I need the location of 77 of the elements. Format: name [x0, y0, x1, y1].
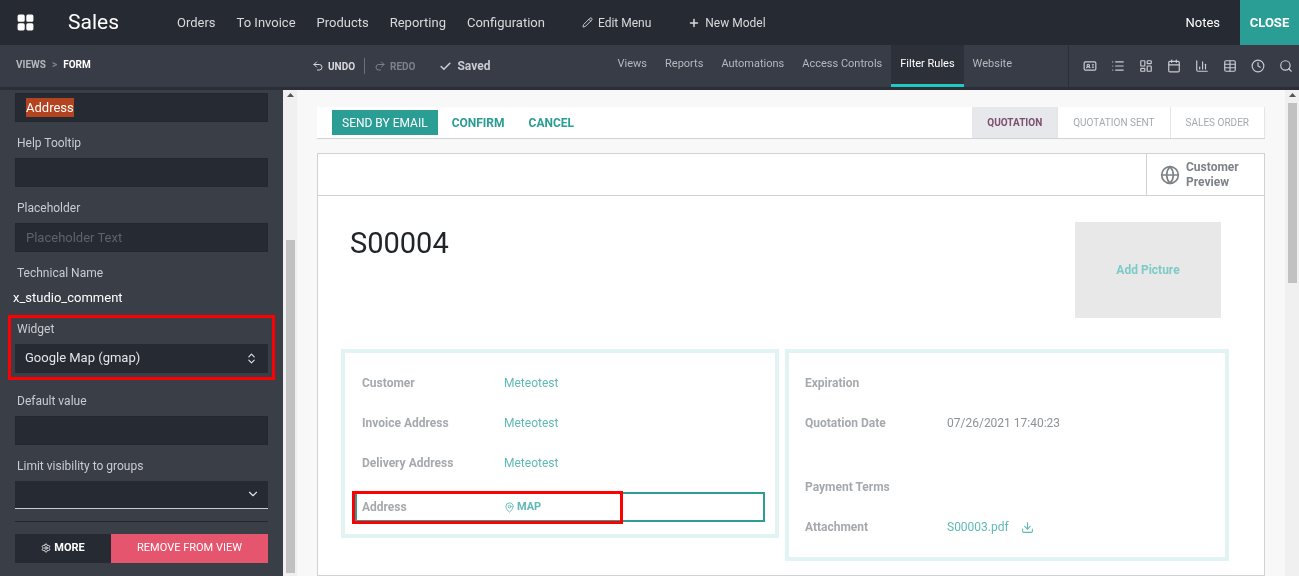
field-label: Limit visibility to groups — [16, 457, 145, 475]
placeholder-text: Placeholder Text — [26, 228, 123, 247]
scrollbar-thumb[interactable] — [285, 240, 295, 573]
field-label: Help Tooltip — [16, 135, 83, 152]
menu-item[interactable]: Orders — [177, 12, 216, 33]
settings-icon — [41, 543, 52, 553]
edit-menu-button[interactable]: Edit Menu — [581, 13, 652, 32]
pencil-icon — [581, 17, 593, 28]
text-field[interactable]: Address — [15, 93, 268, 122]
widget-select[interactable]: Google Map (gmap) — [15, 343, 268, 373]
breadcrumb-item[interactable]: FORM — [63, 57, 91, 72]
redo-icon — [374, 60, 387, 72]
studio-tab[interactable]: Automations — [712, 45, 794, 87]
bar-chart-icon[interactable] — [1195, 59, 1209, 73]
field-label: Customer — [362, 375, 416, 392]
undo-button[interactable]: UNDO — [312, 58, 356, 74]
close-button[interactable]: CLOSE — [1240, 0, 1299, 45]
text-field[interactable] — [15, 415, 268, 445]
updown-icon — [245, 351, 258, 365]
saved-status: Saved — [439, 57, 491, 75]
scrollbar-thumb[interactable] — [1287, 103, 1297, 283]
field-label: Placeholder — [16, 200, 82, 217]
table-icon[interactable] — [1223, 59, 1237, 73]
studio-tab[interactable]: Reports — [656, 45, 713, 87]
field-value: Address — [26, 97, 74, 118]
menu-item[interactable]: Configuration — [466, 12, 545, 33]
scroll-up-arrow-icon[interactable] — [1288, 93, 1296, 97]
new-model-button[interactable]: New Model — [688, 13, 766, 32]
remove-from-view-button[interactable]: REMOVE FROM VIEW — [111, 533, 268, 563]
undo-icon — [312, 60, 324, 72]
studio-tab[interactable]: Filter Rules — [891, 45, 964, 87]
apps-menu-icon[interactable] — [16, 13, 35, 32]
field-label: Attachment — [805, 519, 870, 536]
field-label: Widget — [16, 320, 56, 338]
sidebar-scrollbar[interactable] — [283, 90, 297, 576]
field-label: Payment Terms — [805, 479, 891, 496]
menu-item[interactable]: Products — [316, 12, 369, 33]
field-label: Quotation Date — [805, 415, 887, 432]
studio-tab[interactable]: Website — [963, 45, 1021, 87]
calendar-icon[interactable] — [1167, 59, 1181, 73]
field-label: Delivery Address — [362, 455, 455, 472]
action-button[interactable]: CONFIRM — [441, 110, 515, 135]
menu-item[interactable]: To Invoice — [236, 12, 296, 33]
more-button[interactable]: MORE — [15, 533, 111, 563]
field-label: Default value — [16, 392, 88, 410]
plus-icon — [688, 16, 701, 29]
action-button[interactable]: SEND BY EMAIL — [332, 110, 438, 135]
clock-icon[interactable] — [1251, 59, 1265, 73]
field-label: Expiration — [805, 375, 861, 392]
field-label: Invoice Address — [362, 415, 450, 432]
menu-item[interactable]: Reporting — [389, 12, 446, 33]
record-title: S00004 — [350, 225, 449, 262]
download-icon — [1020, 520, 1034, 534]
notes-button[interactable]: Notes — [1185, 12, 1220, 33]
scroll-up-arrow-icon[interactable] — [286, 93, 294, 97]
customer-preview-button[interactable]: Customer Preview — [1146, 154, 1264, 195]
breadcrumb-separator: > — [52, 58, 58, 72]
map-pin-icon — [504, 501, 515, 513]
search-icon[interactable] — [1279, 59, 1293, 73]
app-title: Sales — [68, 8, 120, 36]
status-step[interactable]: QUOTATION — [972, 107, 1059, 138]
field-value: 07/26/2021 17:40:23 — [947, 415, 1061, 432]
field-label: Address — [362, 499, 408, 516]
list-icon[interactable] — [1111, 59, 1125, 73]
text-field[interactable] — [15, 158, 268, 187]
kanban-icon[interactable] — [1139, 59, 1153, 73]
studio-tab[interactable]: Access Controls — [793, 45, 892, 87]
studio-tab[interactable]: Views — [608, 45, 657, 87]
check-icon — [439, 59, 453, 73]
field-label: Technical Name — [16, 265, 105, 282]
action-button[interactable]: CANCEL — [518, 110, 585, 135]
globe-icon — [1160, 164, 1180, 185]
contact-card-icon[interactable] — [1083, 59, 1097, 73]
groups-select[interactable] — [15, 480, 268, 509]
redo-button[interactable]: REDO — [374, 58, 416, 74]
breadcrumb-item[interactable]: VIEWS — [16, 57, 46, 72]
technical-name: x_studio_comment — [13, 289, 123, 307]
